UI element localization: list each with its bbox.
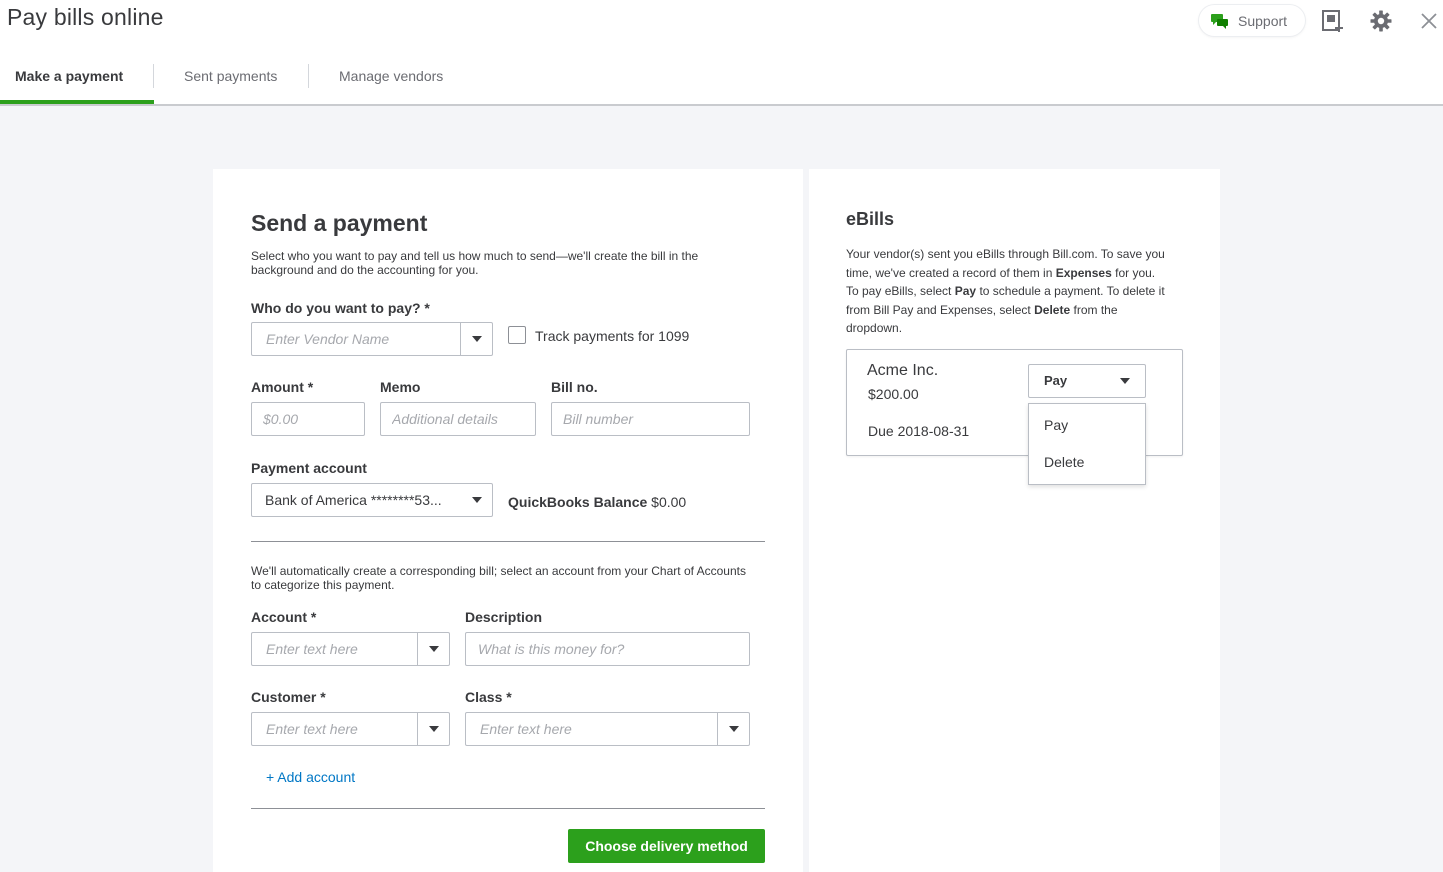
ebills-intro-line: from Bill Pay and Expenses, select Delet… xyxy=(846,302,1118,317)
payment-account-value: Bank of America ********53... xyxy=(265,492,442,508)
bill-no-input[interactable] xyxy=(552,403,749,435)
customer-dropdown-toggle[interactable] xyxy=(417,713,449,745)
page-title: Pay bills online xyxy=(7,4,164,30)
vendor-combobox xyxy=(251,322,493,356)
ebill-action-value: Pay xyxy=(1044,373,1068,388)
vendor-label: Who do you want to pay? * xyxy=(251,300,430,316)
customer-label: Customer * xyxy=(251,689,326,705)
add-account-link[interactable]: + Add account xyxy=(266,769,355,785)
tab-manage-vendors[interactable]: Manage vendors xyxy=(339,56,443,104)
amount-input[interactable] xyxy=(252,403,364,435)
tab-separator xyxy=(153,64,154,88)
chevron-down-icon xyxy=(472,497,482,503)
class-label: Class * xyxy=(465,689,512,705)
ebill-action-select[interactable]: Pay xyxy=(1028,364,1146,398)
ebill-due-date: Due 2018-08-31 xyxy=(868,423,970,439)
chevron-down-icon xyxy=(428,726,439,732)
ebills-intro: Your vendor(s) sent you eBills through B… xyxy=(846,245,1191,338)
choose-delivery-method-button[interactable]: Choose delivery method xyxy=(568,829,765,863)
payment-account-label: Payment account xyxy=(251,460,367,476)
ebill-vendor: Acme Inc. xyxy=(867,362,939,379)
tab-make-a-payment[interactable]: Make a payment xyxy=(0,56,154,104)
qb-balance-value: $0.00 xyxy=(651,494,687,510)
description-label: Description xyxy=(465,609,543,625)
qb-balance-label: QuickBooks Balance xyxy=(508,494,648,510)
vendor-dropdown-toggle[interactable] xyxy=(460,323,492,355)
menu-item-delete[interactable]: Delete xyxy=(1044,454,1084,470)
vendor-input[interactable] xyxy=(252,323,492,355)
menu-item-pay[interactable]: Pay xyxy=(1044,417,1068,433)
ebills-intro-line: dropdown. xyxy=(846,321,903,335)
class-combobox xyxy=(465,712,750,746)
payment-account-select[interactable]: Bank of America ********53... xyxy=(251,483,493,517)
support-button[interactable]: Support xyxy=(1199,5,1305,36)
chevron-down-icon xyxy=(728,726,739,732)
close-icon[interactable] xyxy=(1417,9,1441,33)
ebills-title: eBills xyxy=(846,209,895,229)
chevron-down-icon xyxy=(1120,378,1130,384)
qb-balance: QuickBooks Balance $0.00 xyxy=(508,494,686,510)
chevron-down-icon xyxy=(428,646,439,652)
footer-divider xyxy=(251,808,765,809)
class-input[interactable] xyxy=(466,713,749,745)
memo-label: Memo xyxy=(380,379,421,395)
support-label: Support xyxy=(1238,12,1288,29)
track-1099-label: Track payments for 1099 xyxy=(535,328,690,344)
description-field xyxy=(465,632,750,666)
add-document-icon[interactable] xyxy=(1321,9,1345,33)
tab-separator xyxy=(308,64,309,88)
customer-combobox xyxy=(251,712,450,746)
amount-label: Amount * xyxy=(251,379,314,395)
ebill-action-menu: Pay Delete xyxy=(1028,403,1146,485)
section-divider xyxy=(251,541,765,542)
bill-no-field xyxy=(551,402,750,436)
chart-of-accounts-note: We'll automatically create a correspondi… xyxy=(251,564,746,592)
chat-icon xyxy=(1210,12,1230,30)
chevron-down-icon xyxy=(471,336,482,342)
send-payment-title: Send a payment xyxy=(251,210,428,236)
bill-no-label: Bill no. xyxy=(551,379,598,395)
account-label: Account * xyxy=(251,609,317,625)
send-payment-intro: Select who you want to pay and tell us h… xyxy=(251,249,699,277)
ebills-intro-line: To pay eBills, select Pay to schedule a … xyxy=(846,284,1165,298)
class-dropdown-toggle[interactable] xyxy=(717,713,749,745)
ebill-amount: $200.00 xyxy=(868,386,919,402)
memo-field xyxy=(380,402,536,436)
account-dropdown-toggle[interactable] xyxy=(417,633,449,665)
ebills-intro-line: Your vendor(s) sent you eBills through B… xyxy=(846,247,1165,261)
top-header: Pay bills online Support Make a payment … xyxy=(0,0,1443,106)
memo-input[interactable] xyxy=(381,403,535,435)
amount-field xyxy=(251,402,365,436)
gear-icon[interactable] xyxy=(1369,9,1393,33)
account-combobox xyxy=(251,632,450,666)
tab-sent-payments[interactable]: Sent payments xyxy=(184,56,277,104)
track-1099-checkbox[interactable] xyxy=(508,326,526,344)
tab-bar: Make a payment Sent payments Manage vend… xyxy=(0,56,600,104)
description-input[interactable] xyxy=(466,633,749,665)
ebills-intro-line: time, we've created a record of them in … xyxy=(846,265,1156,280)
